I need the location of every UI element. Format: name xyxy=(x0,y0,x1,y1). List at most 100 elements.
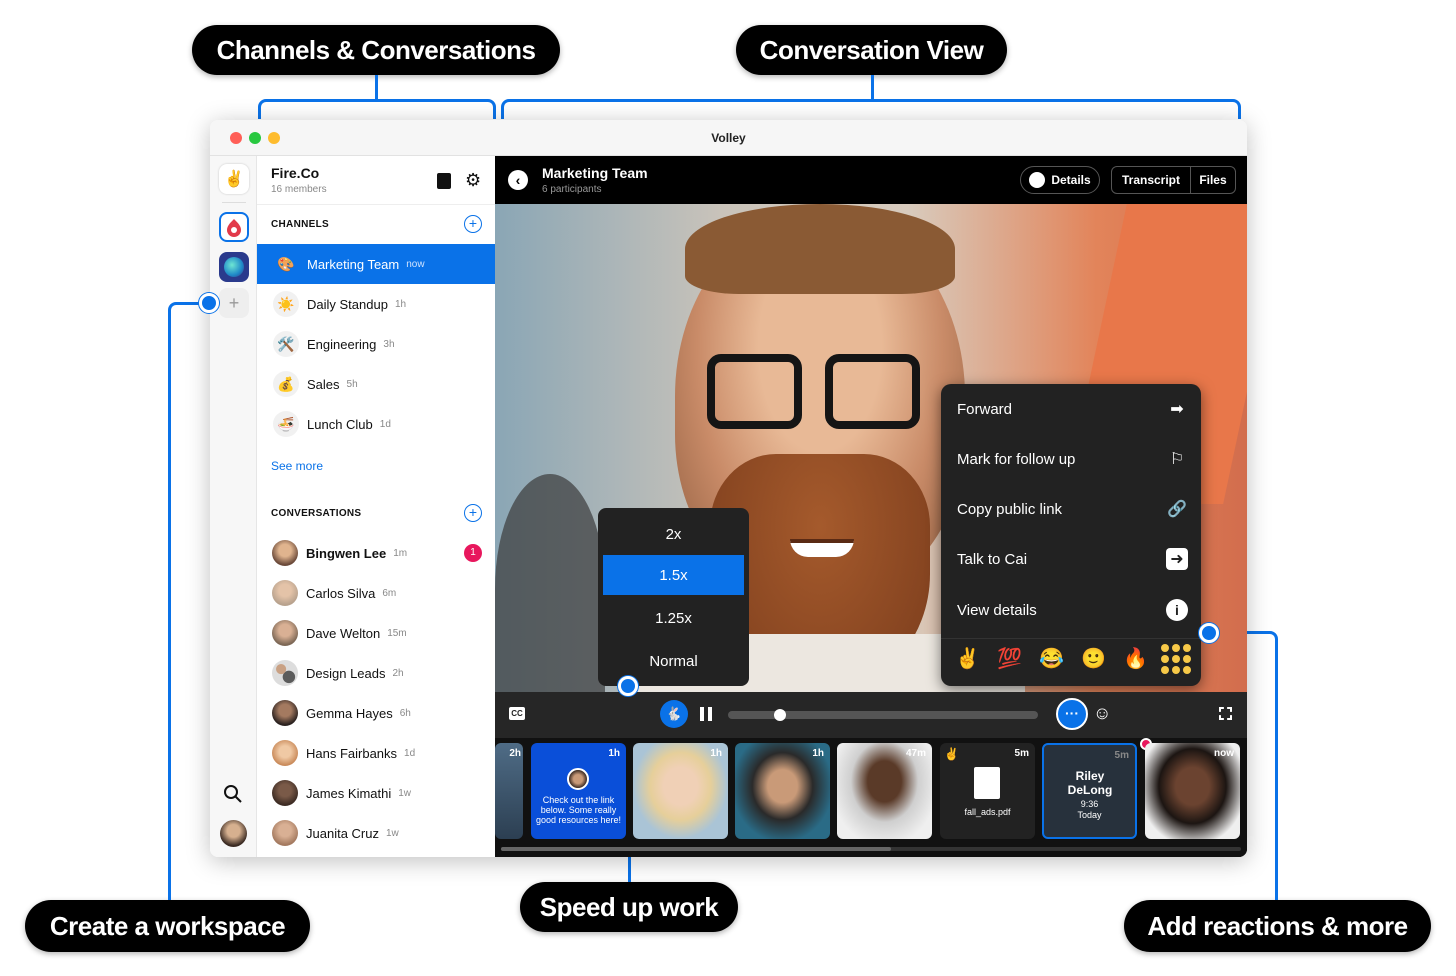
menu-item-view-details[interactable]: View details xyxy=(957,602,1037,619)
message-thumbnail[interactable]: 2h xyxy=(495,743,523,839)
user-avatar[interactable] xyxy=(220,820,247,847)
channel-item[interactable]: 🍜 Lunch Club 1d xyxy=(257,404,495,444)
search-icon[interactable] xyxy=(223,784,243,804)
workspace-fireco-icon[interactable] xyxy=(219,212,249,242)
workspace-name: Fire.Co xyxy=(271,165,320,181)
workspace-globe-icon[interactable] xyxy=(219,252,249,282)
channel-item[interactable]: 💰 Sales 5h xyxy=(257,364,495,404)
menu-item-copy-link[interactable]: Copy public link xyxy=(957,501,1062,518)
message-thumbnail[interactable]: 1h xyxy=(633,743,728,839)
file-icon xyxy=(974,767,1000,799)
conversation-item[interactable]: Bingwen Lee 1m 1 xyxy=(257,533,495,573)
speed-option[interactable]: Normal xyxy=(603,641,744,681)
conversation-time: 1w xyxy=(385,827,399,839)
progress-track[interactable] xyxy=(728,709,1038,721)
fullscreen-icon[interactable] xyxy=(1219,707,1232,720)
conversation-label: Design Leads xyxy=(306,665,386,681)
avatar xyxy=(272,580,298,606)
callout-speed-up: Speed up work xyxy=(520,882,738,932)
conversation-item[interactable]: Gemma Hayes 6h xyxy=(257,693,495,733)
callout-create-workspace: Create a workspace xyxy=(25,900,310,952)
progress-handle[interactable] xyxy=(774,709,786,721)
contacts-icon[interactable] xyxy=(437,173,451,189)
speed-option[interactable]: 2x xyxy=(603,514,744,554)
channel-emoji-icon: 💰 xyxy=(273,371,299,397)
message-thumbnail[interactable]: 1h Check out the link below. Some really… xyxy=(531,743,626,839)
channel-item[interactable]: ☀️ Daily Standup 1h xyxy=(257,284,495,324)
strip-scrollbar[interactable] xyxy=(501,847,1241,851)
message-thumbnail[interactable]: now xyxy=(1145,743,1240,839)
channel-label: Marketing Team xyxy=(307,256,400,272)
workspace-rail: ✌ + xyxy=(210,156,257,857)
reaction-smile-icon[interactable]: 🙂 xyxy=(1081,646,1106,671)
conversation-time: 1w xyxy=(398,787,412,799)
channel-emoji-icon: ☀️ xyxy=(273,291,299,317)
conversation-item[interactable]: Design Leads 2h xyxy=(257,653,495,693)
callout-dot xyxy=(618,676,638,696)
callout-channels: Channels & Conversations xyxy=(192,25,560,75)
back-button[interactable]: ‹ xyxy=(508,170,528,190)
reaction-laugh-icon[interactable]: 😂 xyxy=(1039,646,1064,671)
more-reactions-icon[interactable] xyxy=(1161,644,1191,674)
channel-time: 1d xyxy=(379,418,391,430)
menu-item-talk-to-cai[interactable]: Talk to Cai xyxy=(957,551,1027,568)
message-thumbnail-selected[interactable]: 5m Riley DeLong 9:36 Today xyxy=(1042,743,1137,839)
menu-item-forward[interactable]: Forward xyxy=(957,401,1012,418)
avatar xyxy=(272,820,298,846)
tab-files[interactable]: Files xyxy=(1190,166,1236,194)
add-conversation-button[interactable]: + xyxy=(464,504,482,522)
message-clock: 9:36 xyxy=(1080,799,1099,809)
conversation-label: Hans Fairbanks xyxy=(306,745,398,761)
avatar xyxy=(272,620,298,646)
app-logo[interactable]: ✌ xyxy=(219,164,249,194)
channel-item[interactable]: 🎨 Marketing Team now xyxy=(257,244,495,284)
channel-emoji-icon: 🎨 xyxy=(273,251,299,277)
background-person xyxy=(495,474,605,692)
conversation-item[interactable]: Carlos Silva 6m xyxy=(257,573,495,613)
conversation-item[interactable]: James Kimathi 1w xyxy=(257,773,495,813)
see-more-link[interactable]: See more xyxy=(271,459,323,473)
conversation-label: Juanita Cruz xyxy=(306,825,379,841)
message-thumbnail[interactable]: 1h xyxy=(735,743,830,839)
conversation-title: Marketing Team xyxy=(542,165,648,181)
speed-menu: 2x 1.5x 1.25x Normal xyxy=(598,508,749,686)
add-channel-button[interactable]: + xyxy=(464,215,482,233)
add-reaction-icon[interactable]: ☺ xyxy=(1093,703,1111,724)
reaction-fire-icon[interactable]: 🔥 xyxy=(1123,646,1148,671)
channels-heading: CHANNELS xyxy=(271,219,329,230)
conversation-label: James Kimathi xyxy=(306,785,392,801)
channel-item[interactable]: 🛠️ Engineering 3h xyxy=(257,324,495,364)
captions-button[interactable]: CC xyxy=(509,707,525,720)
message-day: Today xyxy=(1077,810,1102,820)
divider xyxy=(257,204,495,205)
conversation-participants: 6 participants xyxy=(542,184,602,195)
avatar xyxy=(272,660,298,686)
tab-transcript[interactable]: Transcript xyxy=(1111,166,1191,194)
pause-icon[interactable] xyxy=(700,707,712,721)
reaction-victory-icon[interactable]: ✌️ xyxy=(955,646,980,671)
add-workspace-button[interactable]: + xyxy=(219,288,249,318)
reaction-hundred-icon[interactable]: 💯 xyxy=(997,646,1022,671)
speed-option-selected[interactable]: 1.5x xyxy=(603,555,744,595)
connector-line xyxy=(871,75,874,100)
message-thumbnail[interactable]: 47m xyxy=(837,743,932,839)
speed-rabbit-icon[interactable]: 🐇 xyxy=(660,700,688,728)
connector-bracket xyxy=(258,99,496,119)
channel-label: Engineering xyxy=(307,336,377,352)
menu-item-follow-up[interactable]: Mark for follow up xyxy=(957,451,1075,468)
channel-time: 5h xyxy=(346,378,358,390)
connector-line xyxy=(168,302,208,900)
message-thumbnail[interactable]: ✌️ 5m fall_ads.pdf xyxy=(940,743,1035,839)
playback-controls: CC 🐇 ··· ☺ xyxy=(495,692,1247,738)
conversation-item[interactable]: Hans Fairbanks 1d xyxy=(257,733,495,773)
link-icon: 🔗 xyxy=(1167,501,1187,518)
speaker-hair xyxy=(685,204,955,294)
conversation-item[interactable]: Juanita Cruz 1w xyxy=(257,813,495,853)
speed-option[interactable]: 1.25x xyxy=(603,598,744,638)
glasses-left xyxy=(707,354,802,429)
more-options-icon[interactable]: ··· xyxy=(1056,698,1088,730)
settings-gear-icon[interactable]: ⚙ xyxy=(465,170,481,191)
conversation-item[interactable]: Dave Welton 15m xyxy=(257,613,495,653)
details-button[interactable]: Details xyxy=(1020,166,1100,194)
chat-share-icon: ➜ xyxy=(1166,548,1188,570)
